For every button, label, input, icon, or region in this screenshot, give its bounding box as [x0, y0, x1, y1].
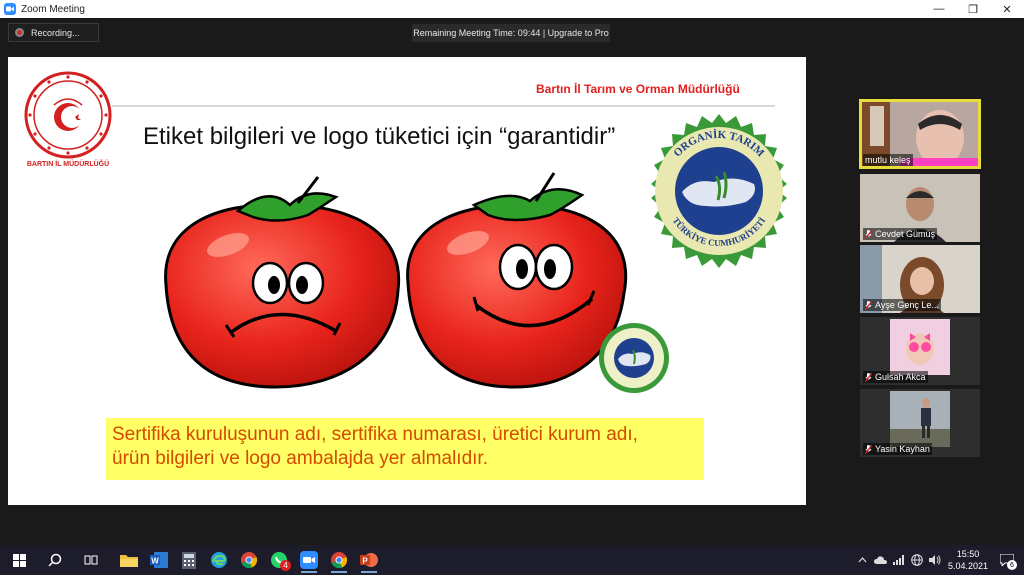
meeting-area: Recording... Remaining Meeting Time: 09:…	[0, 18, 1024, 545]
tomato-illustration	[164, 172, 628, 389]
organic-farming-seal-small	[599, 323, 669, 393]
recording-indicator[interactable]: Recording...	[8, 23, 99, 42]
record-icon	[15, 28, 24, 37]
slide-caption: Sertifika kuruluşunun adı, sertifika num…	[106, 418, 704, 480]
clock[interactable]: 15:50 5.04.2021	[948, 548, 988, 572]
word-icon[interactable]: W	[146, 547, 172, 573]
organic-farming-seal-large: ORGANİK TARIM TÜRKİYE CUMHURİYETİ	[651, 114, 787, 268]
muted-mic-icon	[865, 300, 872, 310]
recording-label: Recording...	[31, 27, 80, 38]
edge-icon[interactable]	[206, 547, 232, 573]
slide-heading: Etiket bilgileri ve logo tüketici için “…	[143, 123, 616, 150]
chevron-up-icon[interactable]	[854, 551, 872, 569]
window-title: Zoom Meeting	[21, 3, 85, 15]
muted-mic-icon	[865, 372, 872, 382]
cloud-icon[interactable]	[872, 551, 890, 569]
window-controls: — ❐ ✕	[922, 0, 1024, 18]
organization-name: Bartın İl Tarım ve Orman Müdürlüğü	[536, 82, 740, 96]
caption-line: ürün bilgileri ve logo ambalajda yer alm…	[112, 448, 488, 469]
participant-tile[interactable]: Gulsah Akca	[860, 317, 980, 385]
file-explorer-icon[interactable]	[116, 547, 142, 573]
search-icon[interactable]	[42, 547, 68, 573]
svg-text:W: W	[151, 557, 159, 566]
caption-line: Sertifika kuruluşunun adı, sertifika num…	[112, 424, 638, 445]
maximize-button[interactable]: ❐	[956, 0, 990, 18]
windows-start-icon[interactable]	[6, 547, 32, 573]
taskbar: W 4 P 15:50 5.04.2021 6	[0, 545, 1024, 575]
volume-icon[interactable]	[926, 551, 944, 569]
notification-center-icon[interactable]: 6	[996, 549, 1018, 571]
participant-name: Cevdet Gümüş	[863, 228, 938, 240]
participant-name: mutlu keleş	[863, 154, 913, 166]
participant-name: Gulsah Akca	[863, 371, 928, 383]
task-view-icon[interactable]	[78, 547, 104, 573]
chrome-icon[interactable]	[236, 547, 262, 573]
ministry-emblem	[24, 71, 112, 159]
chrome-window-icon[interactable]	[326, 547, 352, 573]
participant-tile[interactable]: Ayşe Genç Le...	[860, 245, 980, 313]
system-tray: 15:50 5.04.2021 6	[854, 545, 1024, 575]
zoom-taskbar-icon[interactable]	[296, 547, 322, 573]
participant-name: Yasin Kayhan	[863, 443, 932, 455]
window-titlebar: Zoom Meeting — ❐ ✕	[0, 0, 1024, 18]
participant-tile[interactable]: Yasin Kayhan	[860, 389, 980, 457]
sad-tomato	[164, 176, 401, 389]
muted-mic-icon	[865, 444, 872, 454]
globe-icon[interactable]	[908, 551, 926, 569]
minimize-button[interactable]: —	[922, 0, 956, 18]
happy-tomato	[406, 172, 628, 389]
muted-mic-icon	[865, 229, 872, 239]
shared-slide: BARTIN İL MÜDÜRLÜĞÜ Bartın İl Tarım ve O…	[8, 57, 806, 505]
notification-count: 6	[1007, 560, 1017, 570]
calculator-icon[interactable]	[176, 547, 202, 573]
close-button[interactable]: ✕	[990, 0, 1024, 18]
clock-date: 5.04.2021	[947, 561, 988, 571]
participant-tile[interactable]: Cevdet Gümüş	[860, 174, 980, 242]
svg-text:P: P	[362, 557, 368, 566]
powerpoint-icon[interactable]: P	[356, 547, 382, 573]
participant-tile[interactable]: mutlu keleş	[859, 99, 981, 169]
participant-name: Ayşe Genç Le...	[863, 299, 941, 311]
emblem-label: BARTIN İL MÜDÜRLÜĞÜ	[26, 161, 110, 168]
header-divider	[112, 105, 775, 107]
zoom-icon	[4, 3, 16, 15]
whatsapp-badge: 4	[280, 560, 291, 571]
clock-time: 15:50	[956, 549, 980, 559]
whatsapp-icon[interactable]: 4	[266, 547, 292, 573]
network-icon[interactable]	[890, 551, 908, 569]
meeting-timer-banner[interactable]: Remaining Meeting Time: 09:44 | Upgrade …	[412, 24, 610, 42]
